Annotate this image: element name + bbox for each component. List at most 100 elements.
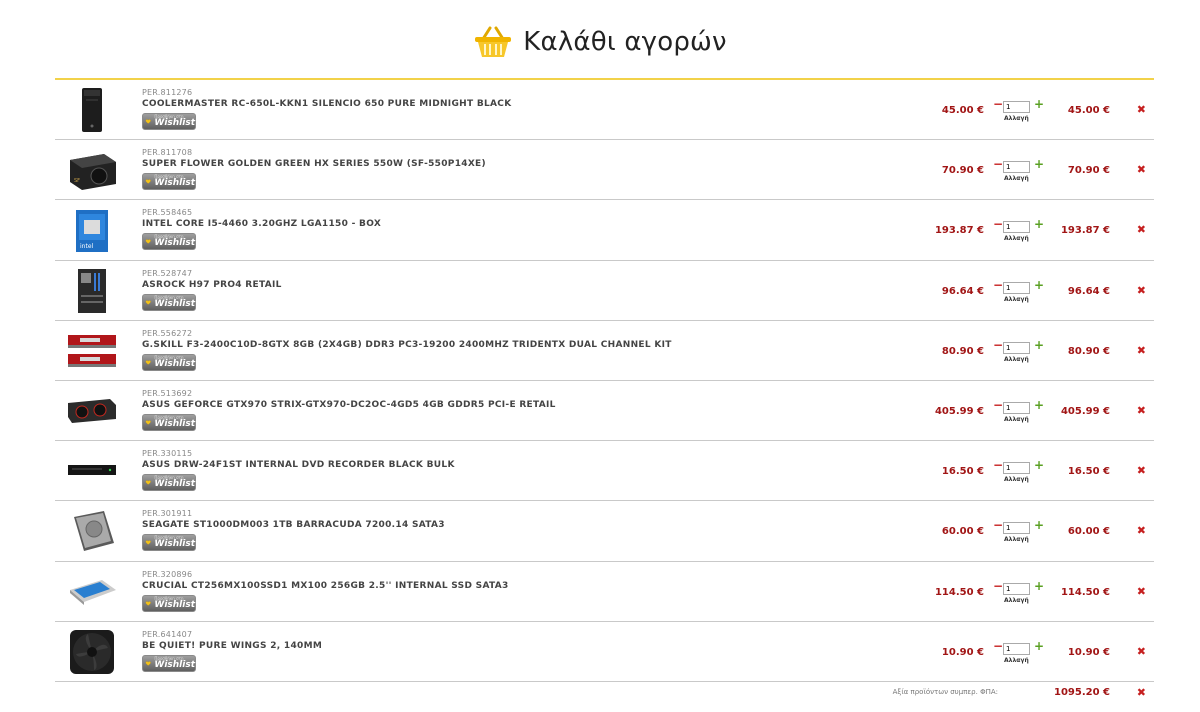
update-qty-link[interactable]: Αλλαγή	[1004, 235, 1029, 242]
update-qty-link[interactable]: Αλλαγή	[1004, 175, 1029, 182]
heart-icon	[145, 600, 151, 606]
quantity-stepper: − + Αλλαγή	[993, 98, 1045, 125]
add-to-wishlist-button[interactable]: Προσθήκη στη Wishlist	[142, 534, 196, 552]
remove-item-icon[interactable]: ✖	[1137, 224, 1146, 235]
quantity-input[interactable]	[1003, 341, 1030, 354]
add-to-wishlist-button[interactable]: Προσθήκη στη Wishlist	[142, 474, 196, 492]
product-info: PER.641407 BE QUIET! PURE WINGS 2, 140MM…	[142, 630, 322, 672]
add-to-wishlist-button[interactable]: Προσθήκη στη Wishlist	[142, 654, 196, 672]
update-qty-link[interactable]: Αλλαγή	[1004, 597, 1029, 604]
product-info: PER.301911 SEAGATE ST1000DM003 1TB BARRA…	[142, 509, 445, 552]
cart-item-row: PER.513692 ASUS GEFORCE GTX970 STRIX-GTX…	[55, 381, 1154, 442]
product-name-link[interactable]: BE QUIET! PURE WINGS 2, 140MM	[142, 640, 322, 652]
increase-qty-button[interactable]: +	[1034, 459, 1044, 471]
line-total: 193.87 €	[1060, 225, 1110, 237]
remove-item-icon[interactable]: ✖	[1137, 405, 1146, 416]
add-to-wishlist-button[interactable]: Προσθήκη στη Wishlist	[142, 353, 196, 371]
quantity-input[interactable]	[1003, 642, 1030, 655]
remove-item-icon[interactable]: ✖	[1137, 285, 1146, 296]
product-name-link[interactable]: ASUS DRW-24F1ST INTERNAL DVD RECORDER BL…	[142, 459, 455, 471]
remove-item-icon[interactable]: ✖	[1137, 345, 1146, 356]
quantity-input[interactable]	[1003, 522, 1030, 535]
increase-qty-button[interactable]: +	[1034, 519, 1044, 531]
product-name-link[interactable]: G.SKILL F3-2400C10D-8GTX 8GB (2X4GB) DDR…	[142, 339, 672, 351]
quantity-input[interactable]	[1003, 462, 1030, 475]
update-qty-link[interactable]: Αλλαγή	[1004, 536, 1029, 543]
add-to-wishlist-button[interactable]: Προσθήκη στη Wishlist	[142, 113, 196, 130]
remove-item-icon[interactable]: ✖	[1137, 646, 1146, 657]
decrease-qty-button[interactable]: −	[993, 399, 1003, 411]
decrease-qty-button[interactable]: −	[993, 279, 1003, 291]
add-to-wishlist-button[interactable]: Προσθήκη στη Wishlist	[142, 233, 196, 251]
quantity-input[interactable]	[1003, 582, 1030, 595]
product-info: PER.513692 ASUS GEFORCE GTX970 STRIX-GTX…	[142, 389, 556, 431]
increase-qty-button[interactable]: +	[1034, 580, 1044, 592]
clear-cart-icon[interactable]: ✖	[1137, 686, 1146, 699]
product-name-link[interactable]: ASUS GEFORCE GTX970 STRIX-GTX970-DC2OC-4…	[142, 399, 556, 411]
product-code: PER.641407	[142, 629, 193, 639]
product-name-link[interactable]: SEAGATE ST1000DM003 1TB BARRACUDA 7200.1…	[142, 519, 445, 531]
decrease-qty-button[interactable]: −	[993, 580, 1003, 592]
unit-price: 96.64 €	[941, 285, 984, 297]
update-qty-link[interactable]: Αλλαγή	[1004, 476, 1029, 483]
line-total: 10.90 €	[1067, 646, 1110, 658]
decrease-qty-button[interactable]: −	[993, 640, 1003, 652]
product-image[interactable]	[63, 327, 121, 375]
decrease-qty-button[interactable]: −	[993, 158, 1003, 170]
cart-table: PER.811276 COOLERMASTER RC-650L-KKN1 SIL…	[55, 78, 1154, 682]
cpu-box-icon: intel	[76, 210, 108, 253]
remove-item-icon[interactable]: ✖	[1137, 164, 1146, 175]
decrease-qty-button[interactable]: −	[993, 98, 1003, 110]
product-image[interactable]	[63, 507, 121, 555]
quantity-input[interactable]	[1003, 281, 1030, 294]
remove-item-icon[interactable]: ✖	[1137, 465, 1146, 476]
product-name-link[interactable]: SUPER FLOWER GOLDEN GREEN HX SERIES 550W…	[142, 158, 486, 170]
product-image[interactable]: intel	[63, 206, 121, 254]
product-image[interactable]	[63, 568, 121, 616]
increase-qty-button[interactable]: +	[1034, 339, 1044, 351]
decrease-qty-button[interactable]: −	[993, 339, 1003, 351]
remove-item-icon[interactable]: ✖	[1137, 104, 1146, 115]
quantity-input[interactable]	[1003, 101, 1030, 113]
increase-qty-button[interactable]: +	[1034, 218, 1044, 230]
product-image[interactable]	[63, 267, 121, 315]
update-qty-link[interactable]: Αλλαγή	[1004, 115, 1029, 122]
decrease-qty-button[interactable]: −	[993, 459, 1003, 471]
increase-qty-button[interactable]: +	[1034, 279, 1044, 291]
product-name-link[interactable]: ASROCK H97 PRO4 RETAIL	[142, 279, 282, 291]
update-qty-link[interactable]: Αλλαγή	[1004, 416, 1029, 423]
product-image[interactable]	[63, 86, 121, 134]
unit-price: 45.00 €	[941, 105, 984, 116]
increase-qty-button[interactable]: +	[1034, 158, 1044, 170]
increase-qty-button[interactable]: +	[1034, 640, 1044, 652]
quantity-input[interactable]	[1003, 221, 1030, 234]
product-image[interactable]	[63, 447, 121, 495]
quantity-stepper: − + Αλλαγή	[993, 339, 1045, 366]
remove-item-icon[interactable]: ✖	[1137, 586, 1146, 597]
product-image[interactable]	[63, 628, 121, 676]
remove-item-icon[interactable]: ✖	[1137, 525, 1146, 536]
wishlist-label: Προσθήκη στη Wishlist	[154, 235, 195, 248]
wishlist-label: Προσθήκη στη Wishlist	[154, 115, 195, 128]
product-name-link[interactable]: COOLERMASTER RC-650L-KKN1 SILENCIO 650 P…	[142, 98, 512, 110]
update-qty-link[interactable]: Αλλαγή	[1004, 296, 1029, 303]
decrease-qty-button[interactable]: −	[993, 218, 1003, 230]
product-image[interactable]	[63, 387, 121, 435]
update-qty-link[interactable]: Αλλαγή	[1004, 657, 1029, 664]
increase-qty-button[interactable]: +	[1034, 98, 1044, 110]
increase-qty-button[interactable]: +	[1034, 399, 1044, 411]
quantity-stepper: − + Αλλαγή	[993, 218, 1045, 245]
product-info: PER.556272 G.SKILL F3-2400C10D-8GTX 8GB …	[142, 329, 672, 371]
product-name-link[interactable]: INTEL CORE I5-4460 3.20GHZ LGA1150 - BOX	[142, 218, 381, 230]
product-name-link[interactable]: CRUCIAL CT256MX100SSD1 MX100 256GB 2.5''…	[142, 580, 509, 592]
add-to-wishlist-button[interactable]: Προσθήκη στη Wishlist	[142, 413, 196, 431]
product-image[interactable]: SF	[63, 146, 121, 194]
line-total: 70.90 €	[1067, 165, 1110, 177]
add-to-wishlist-button[interactable]: Προσθήκη στη Wishlist	[142, 293, 196, 311]
quantity-input[interactable]	[1003, 401, 1030, 414]
add-to-wishlist-button[interactable]: Προσθήκη στη Wishlist	[142, 594, 196, 612]
decrease-qty-button[interactable]: −	[993, 519, 1003, 531]
update-qty-link[interactable]: Αλλαγή	[1004, 356, 1029, 363]
add-to-wishlist-button[interactable]: Προσθήκη στη Wishlist	[142, 173, 196, 191]
quantity-input[interactable]	[1003, 161, 1030, 174]
